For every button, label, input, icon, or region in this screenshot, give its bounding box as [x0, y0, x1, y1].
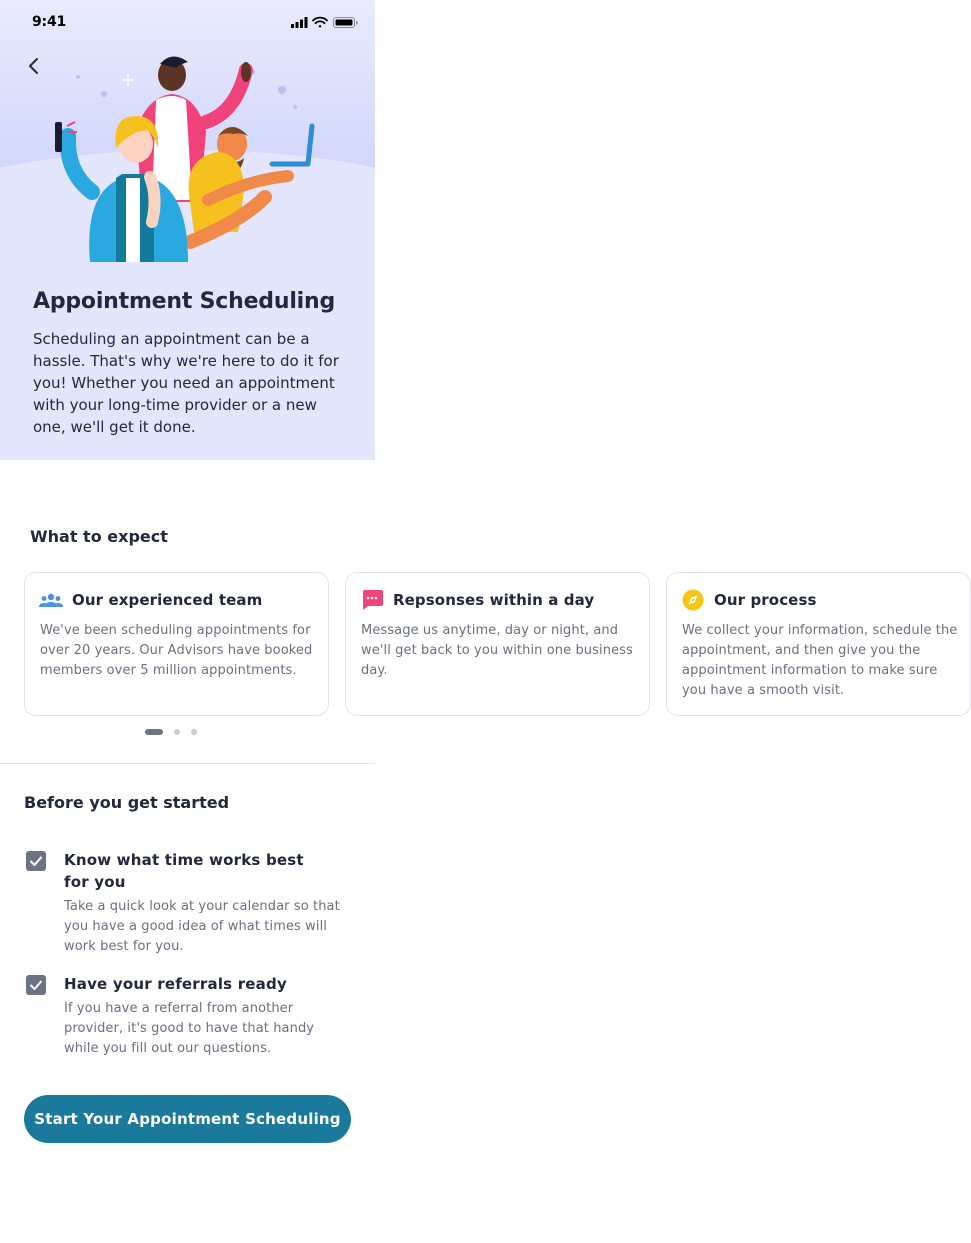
pagination-dot[interactable] [174, 729, 180, 735]
compass-icon [682, 589, 704, 611]
hero-description: Scheduling an appointment can be a hassl… [33, 330, 339, 436]
expect-heading: What to expect [30, 527, 168, 546]
status-time: 9:41 [32, 14, 67, 30]
status-icons [291, 16, 358, 28]
section-divider [0, 763, 375, 764]
battery-icon [333, 17, 358, 28]
card-title: Repsonses within a day [393, 591, 595, 609]
status-bar: 9:41 [0, 0, 375, 44]
team-illustration [55, 56, 315, 262]
chat-bubble-icon [363, 590, 383, 610]
card-title: Our process [714, 591, 817, 609]
checkbox[interactable] [26, 851, 46, 871]
people-icon [39, 593, 63, 607]
checklist-text: If you have a referral from another prov… [64, 1001, 315, 1056]
wifi-icon [312, 16, 328, 28]
card-text: Message us anytime, day or night, and we… [361, 623, 633, 678]
before-heading: Before you get started [24, 793, 230, 812]
checklist-title: Have your referrals ready [64, 975, 287, 993]
checkmark-icon [30, 980, 42, 990]
checklist-title: Know what time works best for you [64, 851, 304, 891]
card-text: We collect your information, schedule th… [682, 623, 958, 698]
card-text: We've been scheduling appointments for o… [40, 623, 313, 678]
checkbox[interactable] [26, 975, 46, 995]
page-title: Appointment Scheduling [33, 289, 336, 314]
expect-card[interactable]: Our process We collect your information,… [666, 572, 971, 716]
carousel-pagination[interactable] [145, 729, 205, 735]
expect-card[interactable]: Repsonses within a day Message us anytim… [345, 572, 650, 716]
pagination-dot[interactable] [191, 729, 197, 735]
pagination-dot-active[interactable] [145, 729, 163, 735]
checklist-text: Take a quick look at your calendar so th… [64, 899, 340, 954]
card-title: Our experienced team [72, 591, 263, 609]
cellular-signal-icon [291, 17, 308, 28]
hero-banner: 9:41 Appointment Scheduling Scheduling a… [0, 0, 375, 460]
checkmark-icon [30, 856, 42, 866]
expect-card[interactable]: Our experienced team We've been scheduli… [24, 572, 329, 716]
start-scheduling-button[interactable]: Start Your Appointment Scheduling [24, 1095, 351, 1143]
